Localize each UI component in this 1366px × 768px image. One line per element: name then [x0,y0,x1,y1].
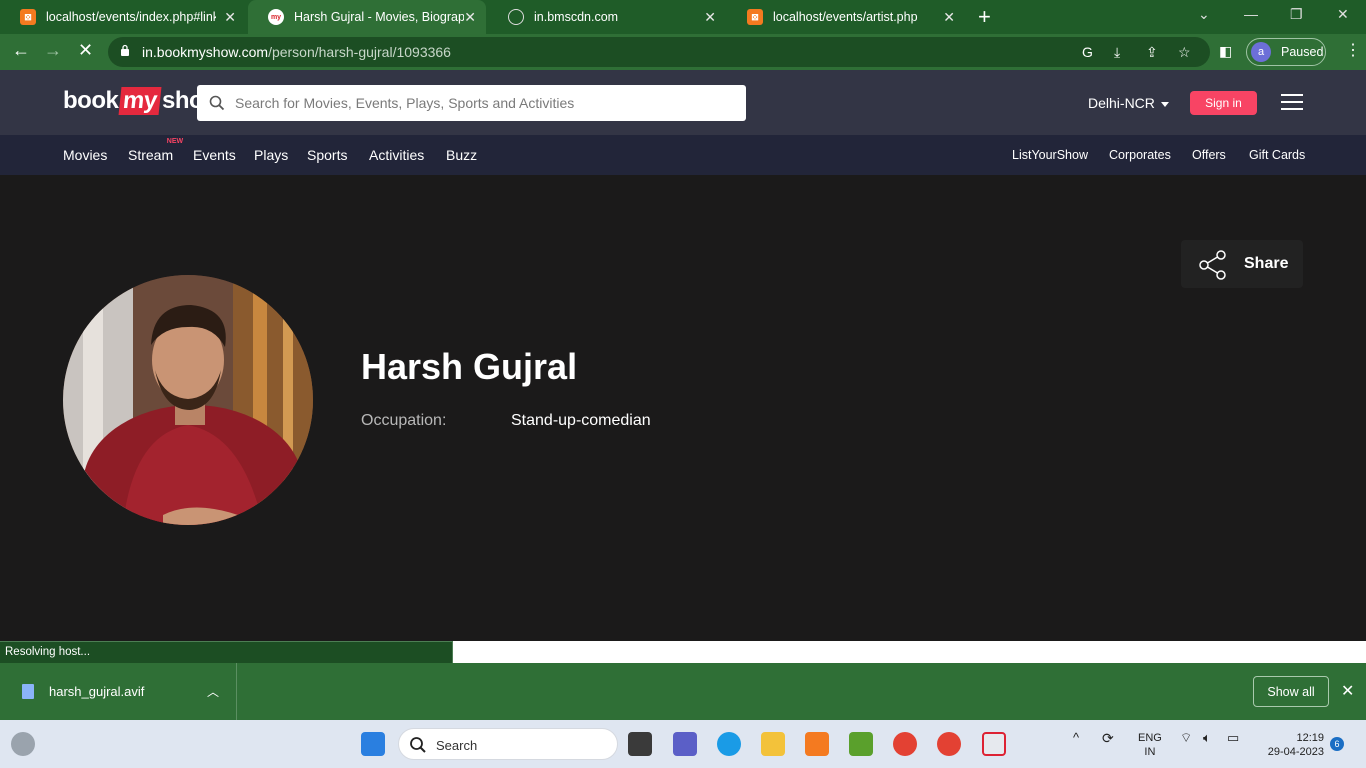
nav-gift-cards[interactable]: Gift Cards [1249,148,1305,162]
status-bubble: Resolving host... [0,641,453,663]
sign-in-button[interactable]: Sign in [1190,91,1257,115]
bookmark-star-icon[interactable]: ☆ [1178,44,1194,60]
profile-button[interactable]: a Paused [1246,38,1326,66]
download-item[interactable]: harsh_gujral.avif ︿ [0,663,237,720]
task-view-icon[interactable] [628,732,652,756]
stop-loading-icon[interactable]: ✕ [78,40,93,61]
lock-icon [121,44,129,56]
taskbar: Search ^ ⟳ ENG IN ⌔ 🔈︎ ▭ 12:19 29-04-2023 … [0,720,1366,768]
close-tab-icon[interactable]: ✕ [464,9,476,26]
url-text: in.bookmyshow.com/person/harsh-gujral/10… [142,44,451,60]
download-file-name: harsh_gujral.avif [49,684,145,699]
close-window-icon[interactable]: ✕ [1337,6,1349,23]
nav-offers[interactable]: Offers [1192,148,1226,162]
xampp-icon: ⊠ [20,9,36,25]
notepad-plus-plus-icon[interactable] [849,732,873,756]
nav-stream[interactable]: Stream NEW [128,138,183,163]
hamburger-menu-icon[interactable] [1281,94,1303,110]
new-tab-icon[interactable]: + [978,4,991,30]
close-tab-icon[interactable]: ✕ [943,9,955,26]
clock[interactable]: 12:19 29-04-2023 [1260,731,1324,759]
tab-bmscdn[interactable]: in.bmscdn.com ✕ [488,0,726,34]
google-icon[interactable]: G [1082,44,1098,60]
tab-title: Harsh Gujral - Movies, Biography [294,10,464,24]
forward-icon[interactable]: → [44,40,62,61]
bookmyshow-icon: my [268,9,284,25]
nav-plays[interactable]: Plays [254,147,288,163]
taskbar-search-label: Search [436,738,478,753]
nav-sports[interactable]: Sports [307,147,347,163]
nav-events[interactable]: Events [193,147,236,163]
site-search[interactable] [197,85,746,121]
nav-corporates[interactable]: Corporates [1109,148,1171,162]
battery-icon[interactable]: ▭ [1227,731,1239,745]
close-tab-icon[interactable]: ✕ [704,9,716,26]
back-icon[interactable]: ← [12,40,30,61]
browser-tab-bar: ⊠ localhost/events/index.php#link ✕ my H… [0,0,1366,34]
search-icon [209,95,225,111]
snipping-tool-icon[interactable] [982,732,1006,756]
show-all-button[interactable]: Show all [1253,676,1329,707]
tab-title: localhost/events/index.php#link [46,10,216,24]
chevron-up-icon[interactable]: ^ [1073,731,1079,745]
search-input[interactable] [235,93,735,113]
teams-icon[interactable] [673,732,697,756]
minimize-icon[interactable]: — [1244,6,1258,22]
address-bar[interactable]: in.bookmyshow.com/person/harsh-gujral/10… [108,37,1210,67]
nav-buzz[interactable]: Buzz [446,147,477,163]
file-icon [22,684,34,699]
tab-title: localhost/events/artist.php [773,10,918,24]
xampp-icon: ⊠ [747,9,763,25]
share-icon [1199,250,1226,280]
tab-harsh-gujral[interactable]: my Harsh Gujral - Movies, Biography ✕ [248,0,486,34]
edge-icon[interactable] [717,732,741,756]
close-tab-icon[interactable]: ✕ [224,9,236,26]
caret-down-icon [1160,101,1169,107]
chrome-icon[interactable] [893,732,917,756]
chrome-profile-icon[interactable] [937,732,961,756]
new-badge: NEW [166,138,184,145]
install-icon[interactable]: ⤓ [1114,44,1130,60]
occupation-value: Stand-up-comedian [511,412,651,429]
city-selector[interactable]: Delhi-NCR [1088,95,1169,111]
share-page-icon[interactable]: ⇪ [1146,44,1162,60]
browser-toolbar: ← → ✕ in.bookmyshow.com/person/harsh-guj… [0,34,1366,70]
more-menu-icon[interactable]: ⋮ [1345,40,1361,60]
start-icon[interactable] [361,732,385,756]
tab-localhost-artist[interactable]: ⊠ localhost/events/artist.php ✕ [727,0,965,34]
person-name: Harsh Gujral [361,346,578,387]
nav-list-your-show[interactable]: ListYourShow [1012,148,1088,162]
sync-icon[interactable]: ⟳ [1102,731,1114,745]
profile-status: Paused [1281,45,1324,59]
occupation-label: Occupation: [361,412,447,429]
site-nav: Movies Stream NEW Events Plays Sports Act… [0,135,1366,175]
taskbar-search[interactable]: Search [398,728,618,760]
volume-icon[interactable]: 🔈︎ [1203,731,1211,745]
tab-title: in.bmscdn.com [534,10,619,24]
file-explorer-icon[interactable] [761,732,785,756]
close-icon[interactable]: ✕ [1341,681,1354,701]
maximize-icon[interactable]: ❐ [1290,6,1303,23]
nav-movies[interactable]: Movies [63,147,107,163]
site-header: bookmyshow Delhi-NCR Sign in [0,70,1366,135]
search-icon [410,737,426,753]
person-photo [63,275,313,525]
page-bottom-strip [453,641,1366,663]
wifi-icon[interactable]: ⌔ [1180,731,1192,745]
avatar: a [1251,42,1271,62]
chevron-up-icon[interactable]: ︿ [207,683,219,700]
language-indicator[interactable]: ENG IN [1138,731,1162,759]
globe-icon [508,9,524,25]
xampp-icon[interactable] [805,732,829,756]
tab-search-chevron-icon[interactable]: ⌄ [1198,6,1210,23]
weather-icon[interactable] [11,732,35,756]
notification-badge[interactable]: 6 [1330,737,1344,751]
tab-localhost-index[interactable]: ⊠ localhost/events/index.php#link ✕ [0,0,246,34]
nav-activities[interactable]: Activities [369,147,424,163]
download-bar: harsh_gujral.avif ︿ Show all ✕ [0,663,1366,720]
share-label: Share [1244,255,1289,272]
share-button[interactable]: Share [1181,240,1303,288]
side-panel-icon[interactable]: ◧ [1219,43,1235,59]
